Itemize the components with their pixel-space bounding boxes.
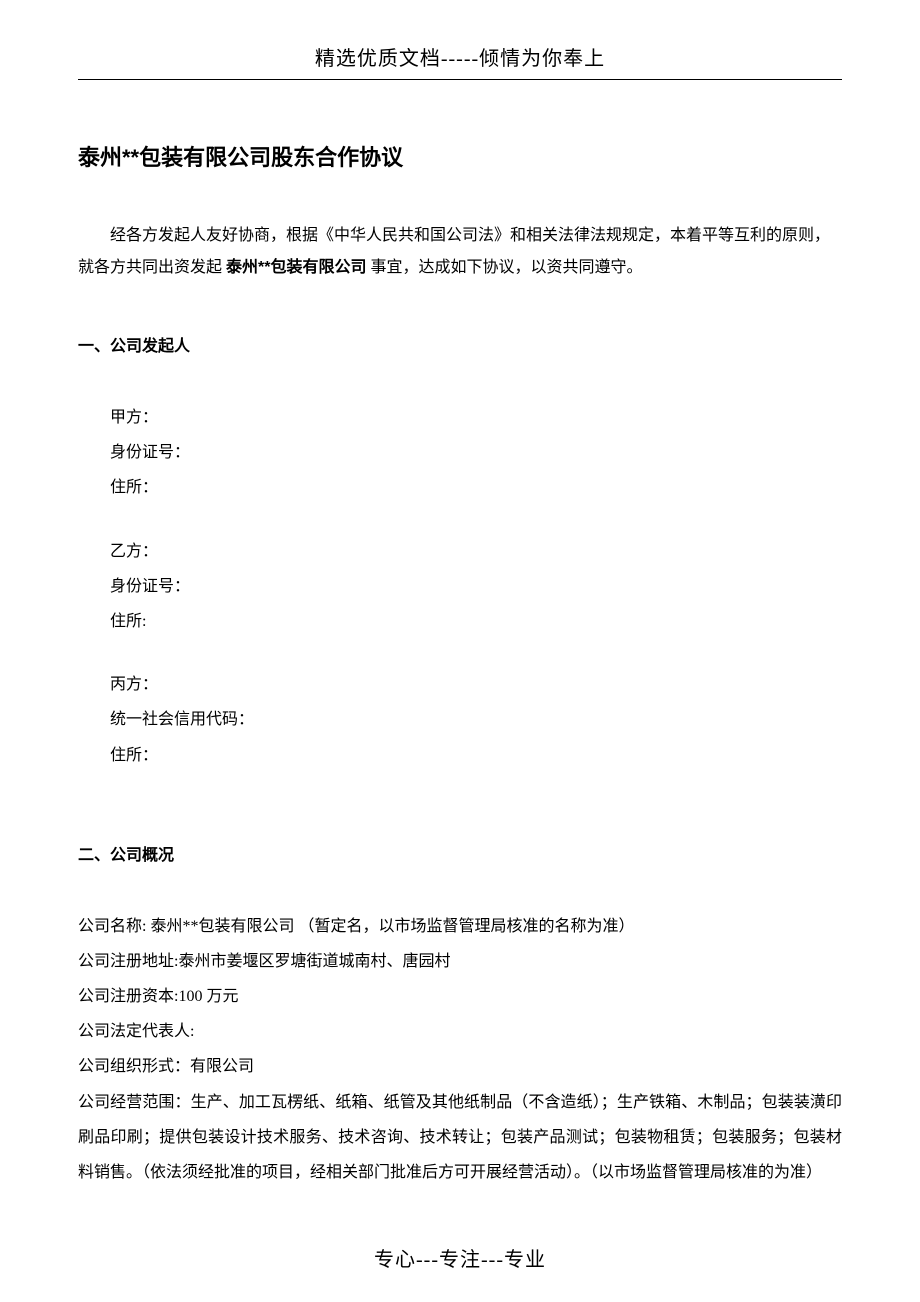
section1-title: 一、公司发起人 bbox=[78, 332, 842, 356]
party-block-a: 甲方： 身份证号： 住所： bbox=[78, 400, 842, 506]
intro-part2: 事宜，达成如下协议，以资共同遵守。 bbox=[366, 259, 642, 276]
party-block-c: 丙方： 统一社会信用代码： 住所： bbox=[78, 667, 842, 773]
party-c-name: 丙方： bbox=[78, 667, 842, 702]
header-text: 精选优质文档-----倾情为你奉上 bbox=[315, 48, 605, 70]
party-block-b: 乙方： 身份证号： 住所: bbox=[78, 534, 842, 640]
intro-company-name: 泰州**包装有限公司 bbox=[226, 259, 366, 276]
section2-title: 二、公司概况 bbox=[78, 841, 842, 865]
page-header: 精选优质文档-----倾情为你奉上 bbox=[0, 0, 920, 79]
party-b-id: 身份证号： bbox=[78, 569, 842, 604]
company-address-line: 公司注册地址:泰州市姜堰区罗塘街道城南村、唐园村 bbox=[78, 944, 842, 979]
document-title: 泰州**包装有限公司股东合作协议 bbox=[78, 140, 842, 172]
company-capital-line: 公司注册资本:100 万元 bbox=[78, 979, 842, 1014]
party-c-addr: 住所： bbox=[78, 738, 842, 773]
party-a-name: 甲方： bbox=[78, 400, 842, 435]
party-c-id: 统一社会信用代码： bbox=[78, 702, 842, 737]
intro-paragraph: 经各方发起人友好协商，根据《中华人民共和国公司法》和相关法律法规规定，本着平等互… bbox=[78, 220, 842, 284]
document-content: 泰州**包装有限公司股东合作协议 经各方发起人友好协商，根据《中华人民共和国公司… bbox=[0, 80, 920, 1190]
party-a-addr: 住所： bbox=[78, 470, 842, 505]
company-name-line: 公司名称: 泰州**包装有限公司 （暂定名，以市场监督管理局核准的名称为准） bbox=[78, 909, 842, 944]
company-scope-line: 公司经营范围：生产、加工瓦楞纸、纸箱、纸管及其他纸制品（不含造纸）；生产铁箱、木… bbox=[78, 1085, 842, 1191]
company-orgform-line: 公司组织形式：有限公司 bbox=[78, 1049, 842, 1084]
company-legalrep-line: 公司法定代表人: bbox=[78, 1014, 842, 1049]
page-footer: 专心---专注---专业 bbox=[0, 1243, 920, 1272]
party-a-id: 身份证号： bbox=[78, 435, 842, 470]
party-b-addr: 住所: bbox=[78, 604, 842, 639]
company-overview: 公司名称: 泰州**包装有限公司 （暂定名，以市场监督管理局核准的名称为准） 公… bbox=[78, 909, 842, 1191]
footer-text: 专心---专注---专业 bbox=[374, 1249, 546, 1271]
party-b-name: 乙方： bbox=[78, 534, 842, 569]
